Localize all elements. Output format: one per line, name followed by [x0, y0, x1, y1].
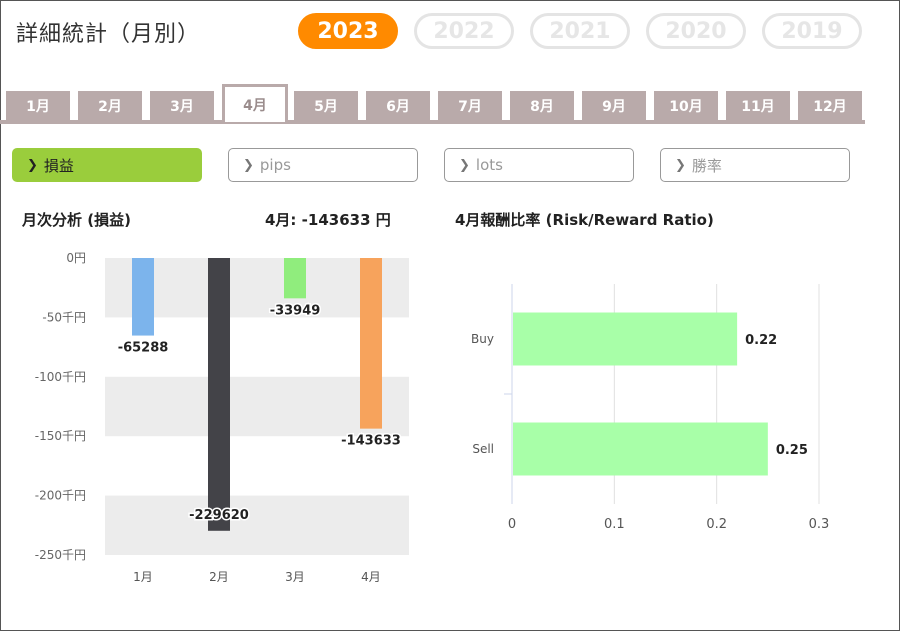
data-label: 0.25	[776, 443, 808, 458]
tab-month-7[interactable]: 7月	[438, 91, 502, 120]
y-tick-label: Buy	[471, 332, 494, 346]
x-tick-label: 0	[508, 517, 516, 532]
metric-button-2[interactable]: ❯ lots	[444, 148, 634, 182]
bar-2月[interactable]	[208, 258, 230, 531]
tab-month-1[interactable]: 1月	[6, 91, 70, 120]
metric-button-1[interactable]: ❯ pips	[228, 148, 418, 182]
data-label: -143633	[341, 434, 401, 449]
bar-4月[interactable]	[360, 258, 382, 429]
rr-chart-title: 4月報酬比率 (Risk/Reward Ratio)	[455, 211, 714, 229]
bar-3月[interactable]	[284, 258, 306, 299]
bar-Buy[interactable]	[513, 312, 738, 366]
monthly-chart-title: 月次分析 (損益)	[22, 211, 131, 229]
x-tick-label: 0.2	[706, 517, 727, 532]
x-tick-label: 0.1	[604, 517, 625, 532]
risk-reward-chart: 0 0.1 0.2 0.3 Buy 0.22 Sell 0.25	[471, 284, 830, 532]
year-2022-button[interactable]: 2022	[414, 13, 514, 49]
y-tick-label: -150千円	[35, 429, 86, 443]
tab-month-9[interactable]: 9月	[582, 91, 646, 120]
metric-label: lots	[475, 156, 503, 174]
year-2023-button[interactable]: 2023	[298, 13, 398, 49]
tab-month-3[interactable]: 3月	[150, 91, 214, 120]
data-label: 0.22	[745, 333, 777, 348]
tab-month-6[interactable]: 6月	[366, 91, 430, 120]
metric-label: pips	[259, 156, 291, 174]
metric-button-0[interactable]: ❯ 損益	[12, 148, 202, 182]
tab-month-4[interactable]: 4月	[222, 84, 288, 122]
tab-month-12[interactable]: 12月	[798, 91, 862, 120]
page-title: 詳細統計（月別）	[16, 22, 201, 47]
monthly-pl-chart: 0円 -50千円 -100千円 -150千円 -200千円 -250千円 -65288 1月 -…	[35, 251, 409, 584]
tab-month-2[interactable]: 2月	[78, 91, 142, 120]
bar-1月[interactable]	[132, 258, 154, 336]
data-label: -33949	[270, 303, 321, 318]
y-tick-label: -200千円	[35, 489, 86, 503]
metric-label: 勝率	[691, 156, 722, 175]
data-label: -229620	[189, 508, 249, 523]
x-tick-label: 0.3	[809, 517, 830, 532]
y-tick-label: -100千円	[35, 370, 86, 384]
chevron-right-icon: ❯	[459, 157, 470, 173]
year-2020-button[interactable]: 2020	[646, 13, 746, 49]
chevron-right-icon: ❯	[243, 157, 254, 173]
bar-Sell[interactable]	[513, 422, 768, 476]
month-tab-strip	[0, 120, 865, 124]
y-tick-label: -50千円	[42, 310, 86, 324]
metric-button-3[interactable]: ❯ 勝率	[660, 148, 850, 182]
tab-month-5[interactable]: 5月	[294, 91, 358, 120]
data-label: -65288	[118, 341, 169, 356]
x-tick-label: 1月	[133, 570, 153, 584]
year-2021-button[interactable]: 2021	[530, 13, 630, 49]
chevron-right-icon: ❯	[27, 157, 38, 173]
y-tick-label: -250千円	[35, 548, 86, 562]
y-tick-label: Sell	[472, 442, 494, 456]
x-tick-label: 4月	[361, 570, 381, 584]
year-2019-button[interactable]: 2019	[762, 13, 862, 49]
tab-month-11[interactable]: 11月	[726, 91, 790, 120]
monthly-total: 4月: -143633 円	[265, 211, 391, 229]
chevron-right-icon: ❯	[675, 157, 686, 173]
metric-label: 損益	[43, 156, 74, 175]
grid-band	[105, 495, 409, 555]
tab-month-10[interactable]: 10月	[654, 91, 718, 120]
x-tick-label: 3月	[285, 570, 305, 584]
x-tick-label: 2月	[209, 570, 229, 584]
tab-month-8[interactable]: 8月	[510, 91, 574, 120]
y-tick-label: 0円	[66, 251, 86, 265]
